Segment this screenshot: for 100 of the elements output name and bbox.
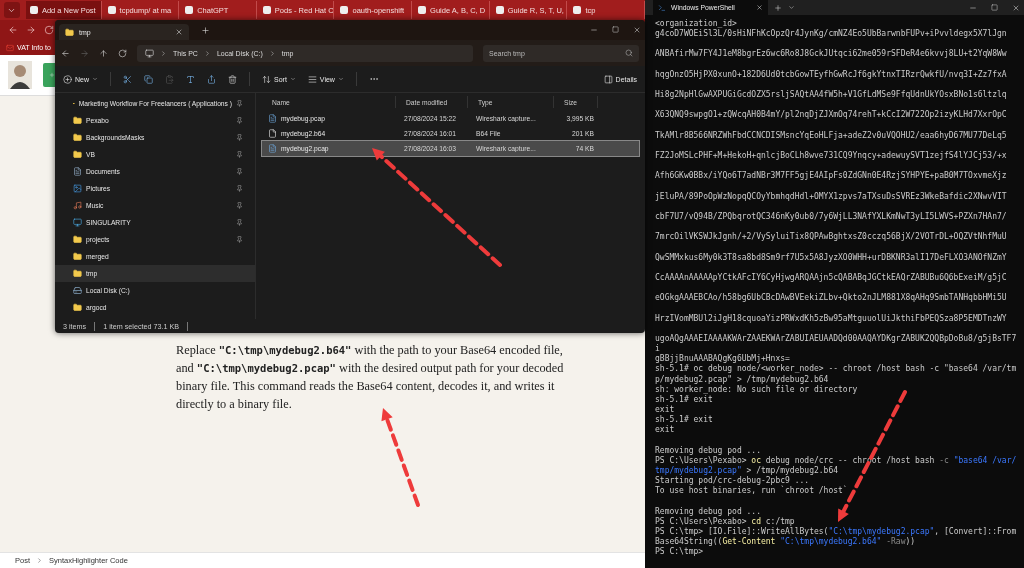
terminal-line: Removing debug pod ... [655, 445, 762, 456]
up-icon [99, 48, 108, 58]
reload-icon [44, 25, 54, 35]
mail-icon [6, 43, 14, 52]
lines-icon [307, 74, 317, 84]
pin-icon [236, 202, 243, 209]
terminal-line: i [655, 344, 661, 354]
pin-icon [236, 151, 243, 158]
terminal-line: g4coD7WOEiSl3L/0sHiNFhKcOpzQr4JynKg/cmNZ4Eo5UbBarwnbFUPv+iPvvldegx5X7lJgn [655, 29, 1008, 40]
terminal-line: tmp/mydebug2.pcap" > /tmp/mydebug2.b64 [655, 465, 840, 476]
terminal-line: hqgOnzO5HjPX0xunO+182D6Ud0tcbGowTEyfhGwRcJf6gkYtnxTIRzrQwkfU/nvq3I+Zz7fxA [655, 69, 1008, 80]
forward-icon [26, 25, 36, 35]
terminal-line: gBBjjBnuAAABAQgKg6UbMj+Hnxs= [655, 354, 791, 364]
terminal-line: ugoAQgAAAEIAAAAKWArZAAEKWArZABUIAEUAADQd00AAQAYDKgrZABUK2QQBpDoBu8/g5jBsTF7 [655, 334, 1018, 344]
document-icon [73, 167, 82, 176]
terminal-line: sh-5.1# exit [655, 415, 714, 425]
terminal-line: Removing debug pod ... [655, 506, 762, 517]
pin-icon [236, 117, 243, 124]
monitor-icon [145, 48, 154, 58]
new-tab-icon [774, 3, 782, 12]
new-tab-icon [201, 25, 210, 35]
terminal-line: FZ2JoMSLcPHF+M+HekoH+qnlcjBoCLh8wve731CQ9Ynqcy+adewuySVT1zejfS4lYJCj53/+x [655, 151, 1008, 162]
file-icon [268, 129, 277, 138]
maximize-icon [612, 26, 619, 33]
avatar [8, 61, 32, 89]
refresh-icon [118, 48, 127, 58]
site-icon [29, 6, 38, 14]
terminal-line: sh-5.1# oc debug node/<worker_node> -- chroot /host bash -c "base64 /var/tm [655, 364, 1018, 375]
drive-icon [73, 286, 82, 295]
dropdown-icon [788, 4, 795, 11]
forward-icon [80, 48, 89, 58]
paragraph-text: Replace "C:\tmp\mydebug2.b64" with the path to your Base64 encoded file, and "C:\tmp\mydebug2.pcap" with the desired output path for your decoded binary file. This command reads the Base64 content, decodes it, and writes it directly to a binary file. [176, 342, 564, 413]
terminal-line: CcAAAAnAAAAApYCtkAFcIY6CyHjwgARQAAjn5cQABABqJGCtkEAQrZABUBu6Q6bExeiM/g5jC [655, 273, 1008, 284]
site-icon [340, 6, 349, 14]
close-icon [1012, 3, 1020, 12]
plus-icon [49, 72, 55, 78]
trash-icon [228, 74, 237, 84]
pin-icon [236, 100, 243, 107]
share-icon [207, 74, 216, 84]
site-icon [107, 6, 116, 14]
pin-icon [236, 168, 243, 175]
cut-icon [123, 74, 132, 84]
terminal-line: exit [655, 425, 676, 436]
terminal-line: Base64String((Get-Content "C:\tmp\mydebug2.b64" -Raw)) [655, 536, 917, 547]
site-icon [418, 6, 427, 14]
pin-icon [236, 185, 243, 192]
terminal-line: sh-5.1# exit [655, 394, 714, 405]
sort-icon [262, 74, 271, 84]
terminal-line: Afh6GKw0BBx/iYQo6T7adNBr3M7FF5gjE4AIpFs0ZdGNn0E4RzjSYHPYE+paB0M7TOxvmeXjz [655, 171, 1008, 182]
caret-icon [337, 76, 344, 82]
chevron-icon [203, 49, 211, 57]
terminal-line: cbF7U7/vQ94B/ZPQbqrotQC346nKy0ub0/7y6WjLL3NAfYXLKmNwT3yLI5LWVS+PZXn7HAn7/ [655, 212, 1008, 223]
back-icon [61, 48, 70, 58]
pin-icon [236, 219, 243, 226]
terminal-line: Starting pod/crc-debug-2pbc9 ... [655, 476, 810, 486]
paste-icon [165, 74, 174, 84]
terminal-line: TkAMlr8B566NRZWhFbdCCNCDISMsncYqEoHLFja+adeZ2v0uVQOHU2/eaa6hyD67MU77DeLq5 [655, 130, 1008, 141]
terminal-line: eOGkgAAAEBCAo/h58bg6UbCBcDAwBVEekiZLbv+Qkto2nJLM881X8qAHq9SmbTANHqbbHMi5U [655, 293, 1008, 304]
site-icon [573, 6, 582, 14]
terminal-line: Hi8g2NpHlGwAXPUGiGcdOZX5rsljSAQtAA4fW5h+V1GfLdMSe9FfqUdnUkYOsxBNo1s6ltzlq [655, 90, 1008, 101]
add-block-button[interactable] [43, 63, 55, 87]
terminal-line: PS C:\Users\Pexabo> cd c:/tmp [655, 516, 796, 527]
terminal-line: ANBAfirMw7FY4J1eM8bgrEz6wc6Ro8J8GckJUtqci62me059rSFDeR4e6kvvj8LU+t2YqW8Ww [655, 49, 1008, 60]
terminal-line: p/mydebug2.pcap" > /tmp/mydebug2.b64 [655, 374, 830, 385]
capture-file-icon [268, 114, 277, 123]
close-icon [756, 4, 763, 11]
terminal-line: 7mrcOilVKSWJkJgnh/+2/VySyluiTix8QPAwBghtxsZ0cczq56BjX/2VOTrDL+OQZVtNhfMuU [655, 232, 1008, 243]
terminal-line: To use host binaries, run `chroot /host` [655, 486, 849, 497]
powershell-icon [658, 3, 666, 12]
terminal-line: HrzIVomMBUl2iJgH18cquoaYizPRWxdKh5zBw95aMtguuolUiJkthiFbPEQSza8P5EMDTnzWY [655, 313, 1008, 324]
caret-icon [92, 76, 98, 82]
tab-list-button[interactable] [4, 2, 20, 18]
panel-icon [603, 74, 613, 84]
monitor-icon [73, 218, 82, 227]
rename-icon [186, 74, 195, 84]
pin-icon [236, 134, 243, 141]
terminal-line: PS C:\tmp> [655, 547, 705, 558]
site-icon [495, 6, 504, 14]
minimize-icon [590, 26, 598, 34]
close-icon [175, 28, 183, 36]
site-icon [185, 6, 194, 14]
terminal-line: jEluPA/89PoOpWzNopqQCOyYbmhqdHdl+OMYX1zpvs7aTXsuDsSVREz3WkeBafdic2XNwvVIT [655, 191, 1008, 202]
terminal-line: QwSMMxkus6My0k3T8sa8bd8Sm9rf7U5x5A8JyzXO0WHH+urDBKNR3alI17DeFLXO3ANOfNZmY [655, 252, 1008, 263]
chevron-icon [268, 49, 276, 57]
terminal-line: X63QNQ9swpgO1+zQWcqAH0B4mY/pl2nqDjZJXmOq74rehT+kCcI2W722Op2izyKLHd7XxrOpC [655, 110, 1008, 121]
maximize-icon [991, 3, 998, 11]
pin-icon [236, 236, 243, 243]
chevron-icon [36, 557, 43, 564]
search-icon [625, 49, 633, 57]
close-icon [633, 26, 641, 34]
back-icon [8, 25, 18, 35]
picture-icon [73, 184, 82, 193]
terminal-line: sh: worker_node: No such file or directory [655, 384, 859, 395]
caret-icon [289, 76, 296, 82]
plus-icon [63, 74, 72, 84]
terminal-line: PS C:\Users\Pexabo> oc debug node/crc -- chroot /host bash -c "base64 /var/ [655, 455, 1018, 466]
site-icon [262, 6, 271, 14]
terminal-line: PS C:\tmp> [IO.File]::WriteAllBytes("C:\tmp\mydebug2.pcap", [Convert]::From [655, 526, 1018, 537]
chevron-icon [160, 49, 167, 57]
music-icon [73, 201, 82, 210]
